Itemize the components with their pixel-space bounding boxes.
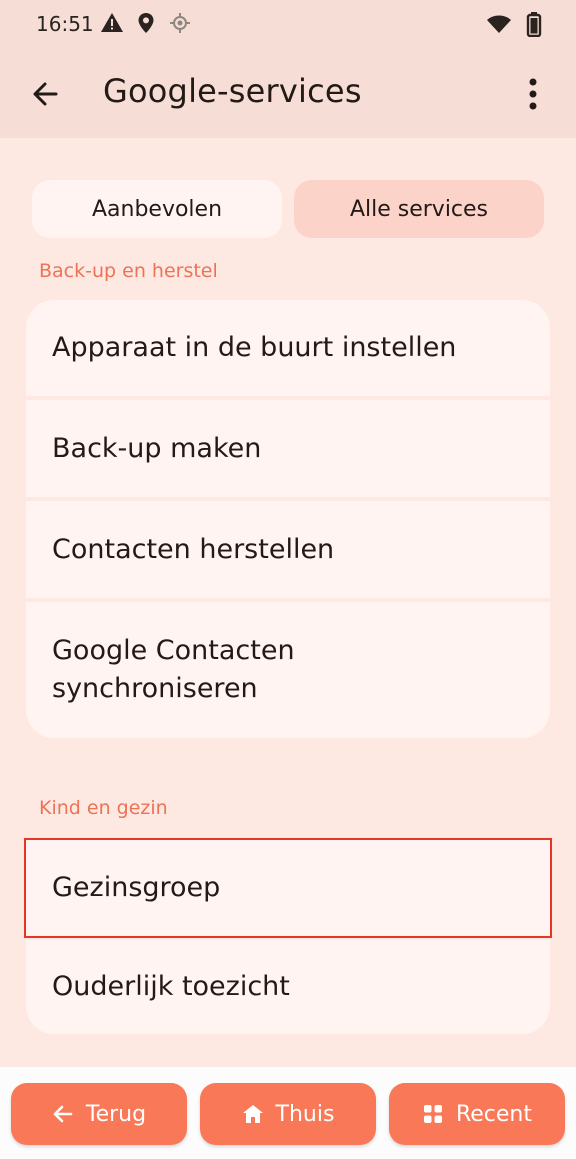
status-time: 16:51 <box>36 12 94 36</box>
nav-home-label: Thuis <box>275 1101 335 1127</box>
navigation-bar: Terug Thuis Recent <box>0 1067 576 1159</box>
list-item-restore-contacts[interactable]: Contacten herstellen <box>26 501 550 598</box>
list-item-nearby-device[interactable]: Apparaat in de buurt instellen <box>26 300 550 396</box>
section-header-backup: Back-up en herstel <box>39 260 218 282</box>
more-vert-icon[interactable] <box>518 74 548 114</box>
status-icons-left <box>100 11 192 35</box>
location-pin-icon <box>138 13 154 33</box>
tab-label: Aanbevolen <box>91 196 223 222</box>
nav-back-label: Terug <box>85 1101 147 1127</box>
section-header-family: Kind en gezin <box>39 797 168 819</box>
back-arrow-icon[interactable] <box>26 74 66 114</box>
list-item-sync-contacts[interactable]: Google Contacten synchroniseren <box>26 602 550 738</box>
app-bar: Google-services <box>0 50 576 138</box>
list-item-parental-controls[interactable]: Ouderlijk toezicht <box>26 940 550 1034</box>
wifi-icon <box>487 15 511 33</box>
nav-home-button[interactable]: Thuis <box>200 1083 376 1145</box>
status-icons-right <box>486 11 542 37</box>
list-item-label: Google Contacten synchroniseren <box>52 635 295 704</box>
tab-alle-services[interactable]: Alle services <box>294 180 544 238</box>
settings-group-family: Gezinsgroep Ouderlijk toezicht <box>24 838 552 1034</box>
home-icon <box>242 1105 263 1123</box>
nav-recent-button[interactable]: Recent <box>389 1083 565 1145</box>
list-item-backup[interactable]: Back-up maken <box>26 400 550 497</box>
list-item-label: Contacten herstellen <box>52 533 335 565</box>
list-item-label: Ouderlijk toezicht <box>52 971 290 1002</box>
grid-icon <box>423 1105 442 1123</box>
list-item-label: Gezinsgroep <box>52 872 221 903</box>
tab-aanbevolen[interactable]: Aanbevolen <box>32 180 282 238</box>
list-item-family-group[interactable]: Gezinsgroep <box>24 838 552 938</box>
arrow-left-icon <box>53 1105 73 1123</box>
nav-recent-label: Recent <box>455 1101 533 1127</box>
list-item-label: Apparaat in de buurt instellen <box>52 332 457 363</box>
warning-icon <box>101 13 123 32</box>
settings-group-backup: Apparaat in de buurt instellen Back-up m… <box>26 300 550 738</box>
page-title: Google-services <box>103 72 362 110</box>
battery-icon <box>526 12 542 37</box>
nav-back-button[interactable]: Terug <box>11 1083 187 1145</box>
tab-label: Alle services <box>349 196 489 222</box>
service-tabs: Aanbevolen Alle services <box>32 180 544 238</box>
gps-target-icon <box>170 13 190 33</box>
list-item-label: Back-up maken <box>52 432 262 464</box>
status-bar: 16:51 <box>0 0 576 50</box>
